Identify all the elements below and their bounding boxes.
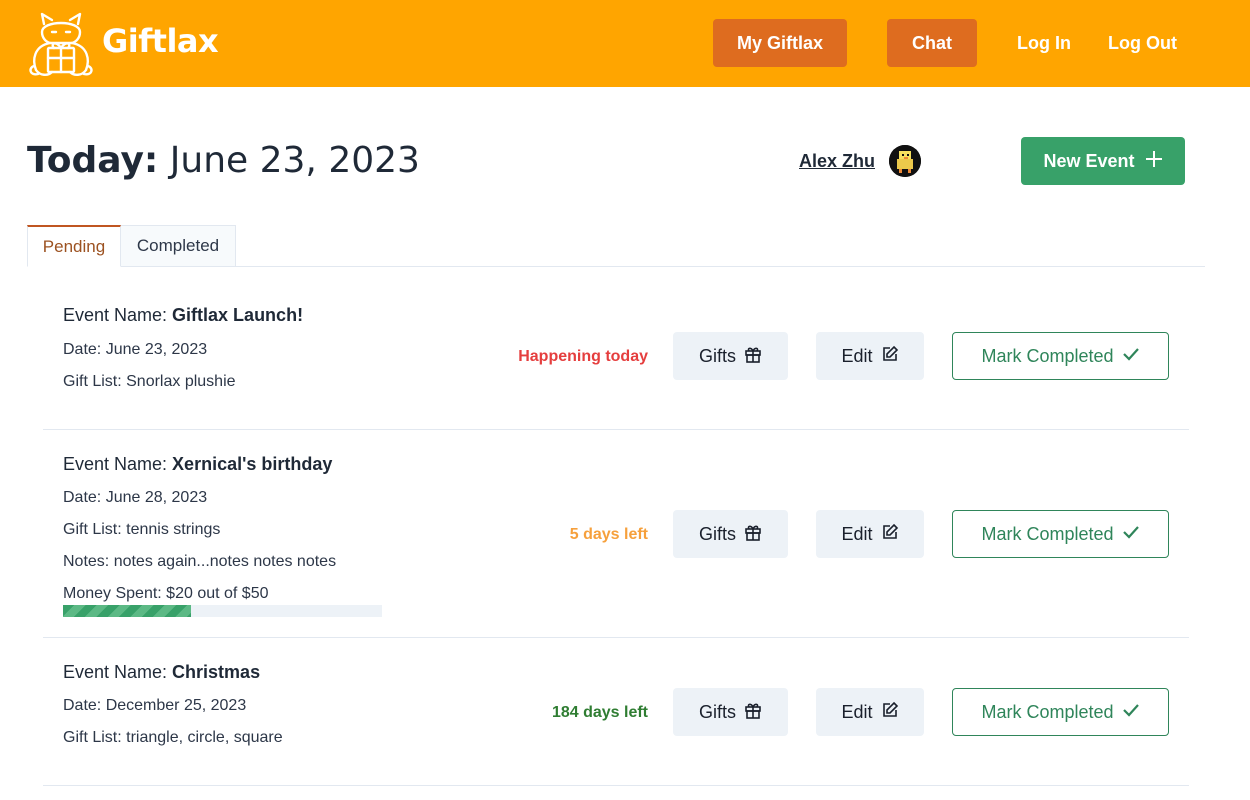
gifts-label: Gifts [698, 345, 736, 366]
today-label: Today: [27, 140, 159, 181]
event-name-label: Event Name: [63, 662, 173, 682]
event-name-label: Event Name: [63, 305, 173, 325]
event-status: Happening today [518, 348, 648, 365]
event-card: Event Name: Xernical's birthday Date: Ju… [43, 430, 1189, 638]
gifts-label: Gifts [698, 523, 736, 544]
event-card: Event Name: Giftlax Launch! Date: June 2… [43, 287, 1189, 430]
tab-pending[interactable]: Pending [27, 225, 121, 267]
edit-button[interactable]: Edit [816, 688, 924, 736]
gift-icon [744, 523, 762, 546]
event-money-spent: Money Spent: $20 out of $50 [63, 585, 269, 602]
mark-completed-button[interactable]: Mark Completed [952, 510, 1169, 558]
check-icon [1122, 345, 1140, 368]
event-name-value: Christmas [172, 662, 261, 682]
event-status: 5 days left [569, 526, 648, 543]
event-tabs: Pending Completed [27, 225, 1205, 267]
tab-completed[interactable]: Completed [121, 225, 236, 267]
plus-icon [1145, 150, 1163, 173]
event-notes: Notes: notes again...notes notes notes [63, 553, 337, 570]
avatar[interactable] [889, 145, 921, 177]
event-name: Event Name: Xernical's birthday [63, 454, 332, 475]
event-name: Event Name: Christmas [63, 662, 260, 683]
edit-button[interactable]: Edit [816, 510, 924, 558]
edit-icon [881, 345, 899, 368]
user-name-link[interactable]: Alex Zhu [799, 151, 875, 172]
mark-completed-label: Mark Completed [981, 345, 1114, 366]
event-name-label: Event Name: [63, 454, 173, 474]
event-name-value: Xernical's birthday [172, 454, 333, 474]
logout-link[interactable]: Log Out [1108, 19, 1177, 67]
top-nav-bar: Giftlax My Giftlax Chat Log In Log Out [0, 0, 1250, 87]
my-giftlax-button[interactable]: My Giftlax [713, 19, 847, 67]
event-date: Date: December 25, 2023 [63, 697, 247, 714]
gift-icon [744, 345, 762, 368]
giftlax-logo-icon[interactable] [28, 10, 94, 78]
event-card: Event Name: Christmas Date: December 25,… [43, 638, 1189, 786]
event-name-value: Giftlax Launch! [172, 305, 304, 325]
brand-name[interactable]: Giftlax [102, 22, 219, 60]
edit-button[interactable]: Edit [816, 332, 924, 380]
mark-completed-button[interactable]: Mark Completed [952, 332, 1169, 380]
mark-completed-label: Mark Completed [981, 523, 1114, 544]
edit-icon [881, 523, 899, 546]
gifts-button[interactable]: Gifts [673, 510, 788, 558]
event-gift-list: Gift List: tennis strings [63, 521, 221, 538]
event-date: Date: June 23, 2023 [63, 341, 208, 358]
edit-icon [881, 701, 899, 724]
edit-label: Edit [841, 523, 873, 544]
gifts-button[interactable]: Gifts [673, 688, 788, 736]
check-icon [1122, 523, 1140, 546]
gift-icon [744, 701, 762, 724]
money-progress-bar [63, 605, 382, 617]
event-status: 184 days left [551, 704, 648, 721]
new-event-label: New Event [1043, 150, 1135, 171]
event-date: Date: June 28, 2023 [63, 489, 208, 506]
gifts-button[interactable]: Gifts [673, 332, 788, 380]
mark-completed-label: Mark Completed [981, 701, 1114, 722]
event-gift-list: Gift List: triangle, circle, square [63, 729, 283, 746]
login-link[interactable]: Log In [1017, 19, 1071, 67]
edit-label: Edit [841, 701, 873, 722]
edit-label: Edit [841, 345, 873, 366]
event-gift-list: Gift List: Snorlax plushie [63, 373, 236, 390]
event-name: Event Name: Giftlax Launch! [63, 305, 303, 326]
check-icon [1122, 701, 1140, 724]
gifts-label: Gifts [698, 701, 736, 722]
money-progress-fill [63, 605, 191, 617]
mark-completed-button[interactable]: Mark Completed [952, 688, 1169, 736]
chat-button[interactable]: Chat [887, 19, 977, 67]
today-date: June 23, 2023 [169, 140, 420, 181]
new-event-button[interactable]: New Event [1021, 137, 1185, 185]
page-title: Today: June 23, 2023 [27, 140, 420, 181]
